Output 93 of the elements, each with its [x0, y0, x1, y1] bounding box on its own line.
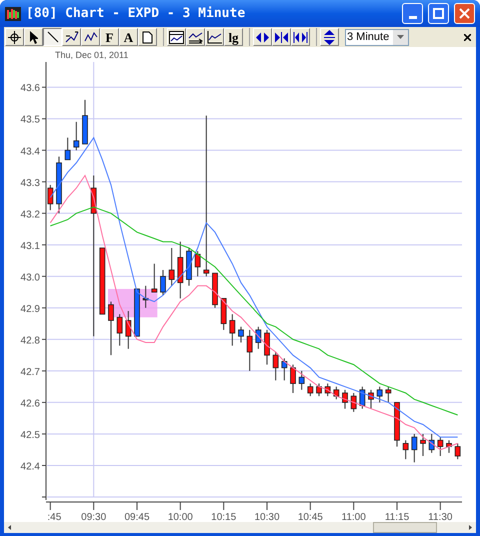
y-axis-label: 42.4 [20, 461, 40, 472]
window-title: [80] Chart - EXPD - 3 Minute [26, 4, 246, 23]
text-tool-button[interactable]: A [119, 28, 138, 46]
text-tool-button[interactable]: F [100, 28, 119, 46]
candlestick [385, 386, 392, 403]
expand-button[interactable] [253, 28, 272, 46]
x-axis-label: 10:45 [298, 512, 323, 522]
candlestick [411, 433, 418, 463]
y-axis-label: 43.5 [20, 114, 40, 126]
maximize-icon [433, 8, 444, 19]
chart-window-icon [169, 30, 184, 44]
compress-arrows-icon [275, 32, 288, 42]
candlestick [316, 383, 322, 397]
expand-arrows-icon [256, 32, 269, 42]
y-axis-label: 42.5 [20, 430, 40, 441]
zigzag-line-icon [84, 31, 98, 43]
candlestick [47, 184, 54, 211]
crosshair-icon [8, 30, 21, 44]
candlestick [116, 314, 123, 346]
y-axis-label: 42.7 [20, 366, 40, 378]
candlestick [264, 329, 270, 366]
close-button[interactable] [454, 3, 475, 24]
y-axis-label: 43.4 [20, 146, 40, 158]
study-button[interactable] [205, 28, 224, 46]
y-axis-label: 43.0 [20, 272, 40, 284]
compress-button[interactable] [272, 28, 291, 46]
y-axis-label: 43.6 [20, 83, 40, 94]
interval-dropdown[interactable]: 3 Minute [345, 28, 409, 46]
fit-button[interactable] [291, 28, 310, 46]
trend-lines-icon [64, 31, 78, 43]
candlestick [376, 386, 383, 403]
x-axis-label: 09:30 [81, 512, 106, 522]
candlestick [307, 383, 314, 397]
y-axis-label: 43.3 [20, 178, 40, 189]
candlestick [238, 326, 244, 344]
minimize-button[interactable] [402, 3, 423, 24]
y-axis-label: 42.8 [20, 335, 40, 346]
horizontal-scrollbar[interactable] [4, 522, 476, 533]
candlestick [194, 250, 201, 277]
candlestick [454, 442, 461, 460]
candlestick [160, 270, 166, 296]
x-axis-label: 11:15 [384, 512, 410, 522]
dropdown-arrow-icon [397, 35, 404, 39]
x-axis-label: :45 [47, 512, 62, 522]
candlestick [203, 115, 210, 277]
candlestick [108, 301, 114, 356]
candlestick [229, 314, 236, 346]
candlestick [73, 121, 80, 151]
candlestick [272, 352, 279, 381]
page-icon [142, 30, 153, 44]
line-button[interactable] [43, 28, 62, 46]
fit-width-icon [293, 32, 308, 42]
maximize-button[interactable] [428, 3, 449, 24]
candlestick [437, 436, 444, 457]
candlestick [402, 440, 409, 460]
y-axis-label: 43.2 [20, 209, 40, 220]
close-icon [464, 34, 471, 40]
line-tool-icon [46, 31, 58, 43]
y-axis-label: 42.9 [20, 304, 40, 315]
y-axis-label: 42.6 [20, 398, 40, 410]
vertical-scale-icon [324, 30, 335, 44]
x-axis-label: 10:00 [168, 512, 193, 522]
wave-button[interactable] [81, 28, 100, 46]
candlestick [298, 370, 305, 390]
chart-date: Thu, Dec 01, 2011 [55, 49, 128, 62]
page-button[interactable] [138, 28, 157, 46]
x-axis-label: 09:45 [124, 512, 150, 522]
candlestick [290, 364, 296, 394]
x-axis-label: 11:30 [428, 512, 452, 522]
scrollbar-thumb[interactable] [373, 522, 437, 533]
x-axis-label: 10:30 [254, 512, 280, 522]
candlestick [246, 329, 253, 372]
candlestick [420, 433, 426, 457]
text-tool-button[interactable]: lg [224, 28, 243, 46]
vscale-button[interactable] [320, 28, 339, 46]
chart-button[interactable] [167, 28, 186, 46]
candlestick [342, 389, 348, 410]
candlestick [64, 137, 71, 160]
x-axis-label: 11:00 [342, 512, 366, 522]
crosshair-button[interactable] [5, 28, 24, 46]
candlestick [151, 263, 158, 293]
minimize-icon [408, 16, 416, 19]
y-axis-label: 43.1 [20, 240, 40, 252]
line-chart-icon [207, 30, 222, 44]
indicator-button[interactable] [186, 28, 205, 46]
close-icon [459, 8, 470, 19]
chart-app-icon [5, 6, 21, 20]
pointer-icon [29, 30, 38, 44]
indicator-chart-icon [188, 30, 203, 44]
x-axis-label: 10:15 [211, 512, 236, 522]
candlestick [168, 247, 175, 286]
pointer-button[interactable] [24, 28, 43, 46]
trend-button[interactable] [62, 28, 81, 46]
